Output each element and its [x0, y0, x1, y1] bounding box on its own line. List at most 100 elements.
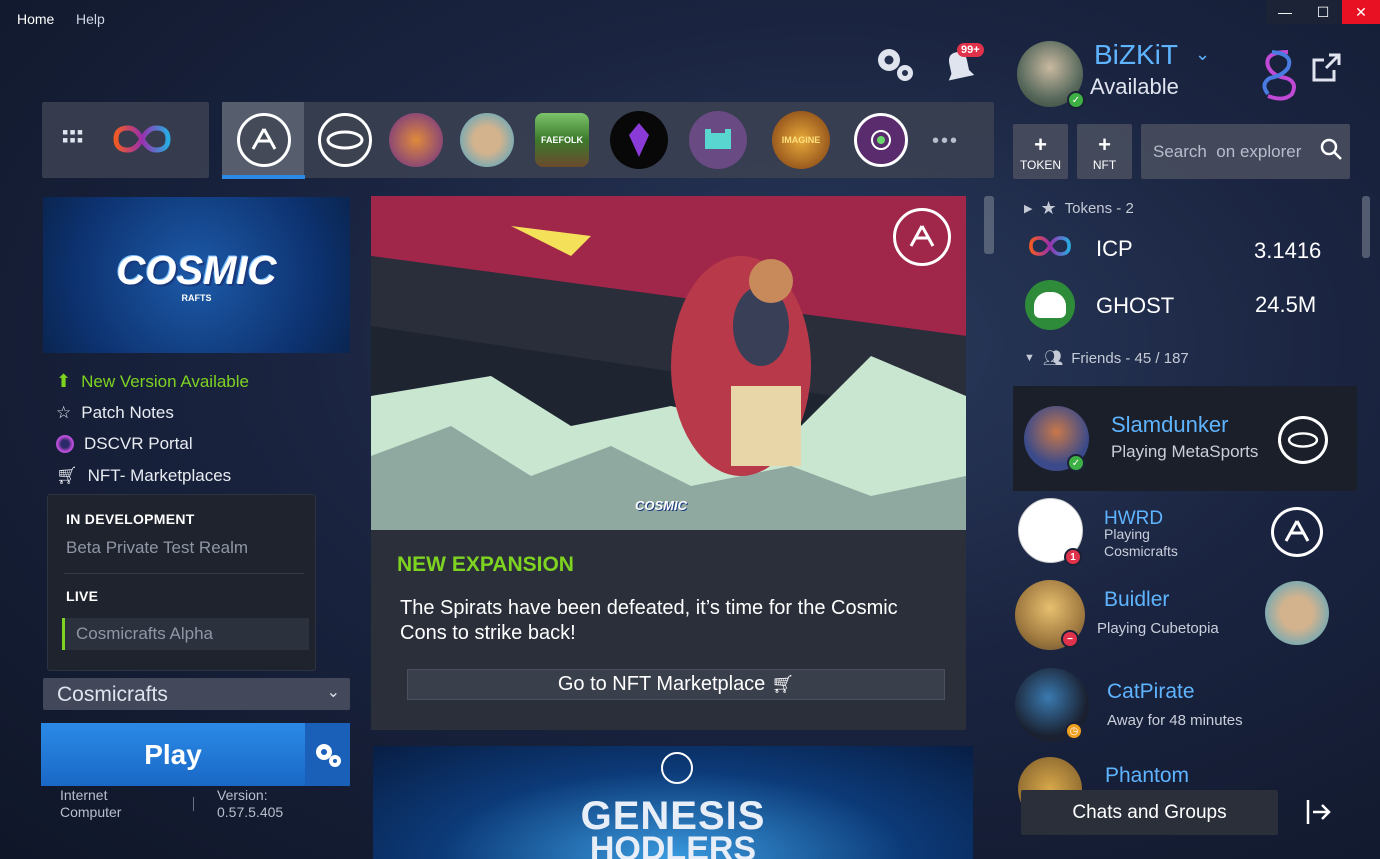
- realm-alpha: Cosmicrafts Alpha: [76, 624, 213, 643]
- minimize-button[interactable]: —: [1266, 0, 1304, 24]
- cubetopia-icon: [460, 113, 514, 167]
- close-button[interactable]: ✕: [1342, 0, 1380, 24]
- friend-name[interactable]: Buidler: [1104, 588, 1169, 612]
- chats-and-groups-button[interactable]: Chats and Groups: [1021, 790, 1278, 835]
- game-logo-banner: COSMIC RAFTS: [43, 197, 350, 353]
- right-scrollbar[interactable]: [1362, 196, 1370, 258]
- tab-metasports[interactable]: [311, 102, 379, 178]
- settings-gear-icon[interactable]: [872, 42, 920, 86]
- patch-notes-link[interactable]: ☆ Patch Notes: [56, 403, 174, 423]
- search-input[interactable]: [1153, 141, 1313, 162]
- feature-image[interactable]: COSMIC: [371, 196, 966, 530]
- plus-icon: +: [1098, 131, 1111, 157]
- realm-dropdown-popup: IN DEVELOPMENT Beta Private Test Realm L…: [47, 494, 316, 671]
- friends-section-header[interactable]: ▼ 👥︎ Friends - 45 / 187: [1024, 348, 1189, 368]
- people-icon: 👥︎: [1042, 350, 1064, 367]
- more-games-button[interactable]: •••: [932, 130, 959, 153]
- dscvr-portal-link[interactable]: DSCVR Portal: [56, 434, 193, 454]
- expand-panel-icon[interactable]: [1305, 797, 1333, 832]
- chevron-down-icon: ⌄: [326, 684, 340, 701]
- available-status-icon: ✓: [1067, 91, 1085, 109]
- imagine-label: IMAGINE: [781, 135, 821, 145]
- metasports-icon: [1278, 416, 1328, 464]
- token-value: 24.5M: [1255, 292, 1317, 317]
- cosmicrafts-icon: [237, 113, 291, 167]
- menu-home[interactable]: Home: [17, 11, 54, 27]
- token-name[interactable]: ICP: [1096, 236, 1133, 262]
- game-logo-title: COSMIC: [116, 249, 277, 293]
- tokens-section-header[interactable]: ▶ ★ Tokens - 2: [1024, 198, 1134, 219]
- cubetopia-icon: [1265, 581, 1329, 645]
- friend-name[interactable]: CatPirate: [1107, 680, 1195, 704]
- apps-grid-icon[interactable]: ▪▪▪ ▪▪▪: [62, 123, 84, 149]
- in-development-heading: IN DEVELOPMENT: [66, 511, 195, 527]
- chevron-down-icon[interactable]: ⌄: [1195, 44, 1210, 65]
- live-heading: LIVE: [66, 588, 99, 604]
- tokens-heading: Tokens - 2: [1064, 200, 1134, 217]
- divider: [193, 797, 194, 811]
- dscvr-portal-label: DSCVR Portal: [84, 434, 193, 453]
- star-outline-icon: ☆: [56, 403, 72, 422]
- maximize-button[interactable]: ☐: [1304, 0, 1342, 24]
- tab-cat-game[interactable]: [684, 102, 752, 178]
- friend-status: Playing Cosmicrafts: [1104, 526, 1178, 559]
- cat-game-icon: [689, 111, 747, 169]
- genesis-subtitle: HODLERS: [589, 830, 757, 859]
- brand-logo-icon[interactable]: [1258, 46, 1300, 107]
- realm-alpha-row[interactable]: Cosmicrafts Alpha: [62, 618, 309, 650]
- faefolk-icon: FAEFOLK: [535, 113, 589, 167]
- explorer-search: [1141, 124, 1350, 179]
- friend-status: Away for 48 minutes: [1107, 712, 1243, 729]
- token-name[interactable]: GHOST: [1096, 293, 1174, 319]
- new-version-link[interactable]: ⬆ New Version Available: [56, 371, 249, 392]
- add-token-label: TOKEN: [1019, 157, 1062, 172]
- game-logo-sub: RAFTS: [181, 293, 212, 303]
- friend-name[interactable]: Phantom: [1105, 764, 1189, 788]
- icp-infinity-icon[interactable]: [112, 122, 172, 161]
- ghost-token-icon: [1025, 280, 1075, 330]
- friend-badge: 1: [1064, 548, 1082, 566]
- search-icon[interactable]: [1319, 137, 1343, 166]
- upload-arrow-icon: ⬆: [56, 371, 72, 391]
- imagine-icon: IMAGINE: [772, 111, 830, 169]
- friend-row[interactable]: ✓ Slamdunker Playing MetaSports: [1013, 386, 1357, 491]
- add-token-button[interactable]: + TOKEN: [1013, 124, 1068, 179]
- tab-faefolk[interactable]: FAEFOLK: [528, 102, 596, 178]
- friend-status: Playing MetaSports: [1111, 442, 1259, 461]
- new-version-label: New Version Available: [81, 371, 249, 391]
- tab-imagine[interactable]: IMAGINE: [767, 102, 835, 178]
- realm-beta[interactable]: Beta Private Test Realm: [66, 538, 248, 558]
- cosmicrafts-icon: [1271, 507, 1323, 557]
- platform-label: Internet Computer: [60, 787, 122, 820]
- nft-marketplace-button[interactable]: Go to NFT Marketplace 🛒︎: [407, 669, 945, 700]
- tab-cosmicrafts[interactable]: [230, 102, 298, 178]
- feature-logo-text: COSMIC: [635, 498, 687, 513]
- genesis-banner[interactable]: GENESIS HODLERS: [373, 746, 973, 859]
- friend-name: Slamdunker: [1111, 412, 1229, 437]
- tab-cubetopia[interactable]: [453, 102, 521, 178]
- feature-tag: NEW EXPANSION: [397, 553, 574, 576]
- realm-select[interactable]: Cosmicrafts ⌄: [43, 678, 350, 710]
- username[interactable]: BiZKiT: [1094, 39, 1178, 71]
- tab-game-9[interactable]: [847, 102, 915, 178]
- nft-marketplaces-link[interactable]: 🛒︎ NFT- Marketplaces: [56, 466, 231, 486]
- tab-crystal[interactable]: [605, 102, 673, 178]
- online-status-icon: ✓: [1067, 454, 1085, 472]
- nft-marketplace-label: Go to NFT Marketplace: [557, 673, 766, 695]
- center-scrollbar[interactable]: [984, 196, 994, 254]
- play-settings-gear-icon[interactable]: [305, 723, 350, 786]
- game-9-icon: [854, 113, 908, 167]
- tab-game-3[interactable]: [382, 102, 450, 178]
- menu-help[interactable]: Help: [76, 11, 105, 27]
- icp-token-icon: [1028, 232, 1072, 265]
- cosmicrafts-badge-icon: [661, 752, 693, 784]
- notification-badge: 99+: [957, 43, 984, 57]
- version-label: Version: 0.57.5.405: [217, 787, 284, 820]
- add-nft-button[interactable]: + NFT: [1077, 124, 1132, 179]
- play-button[interactable]: Play: [41, 723, 305, 786]
- user-status: Available: [1090, 74, 1179, 99]
- external-link-icon[interactable]: [1310, 52, 1342, 89]
- feature-text: The Spirats have been defeated, it’s tim…: [400, 597, 898, 644]
- friends-heading: Friends - 45 / 187: [1071, 349, 1189, 367]
- caret-right-icon: ▶: [1024, 203, 1033, 215]
